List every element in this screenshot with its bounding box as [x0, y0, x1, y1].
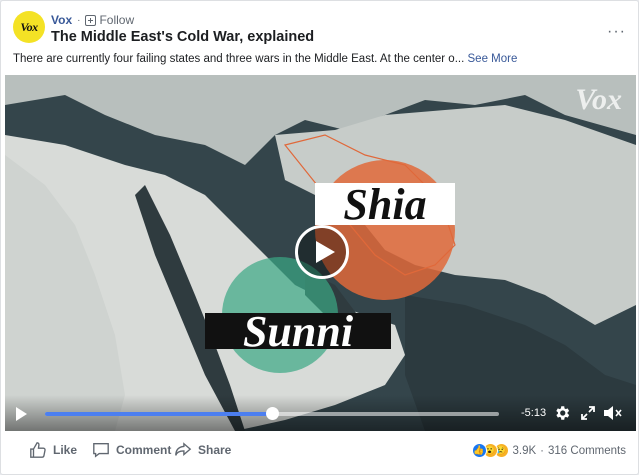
like-label: Like [53, 443, 78, 457]
video-player[interactable]: Vox Shia Sunni -5:13 [5, 75, 636, 431]
play-icon[interactable] [295, 225, 349, 279]
gear-icon[interactable] [553, 404, 571, 422]
shia-label: Shia [315, 180, 455, 229]
share-icon [175, 442, 192, 456]
video-controls: -5:13 [5, 395, 636, 431]
mute-icon[interactable] [603, 405, 623, 421]
follow-button[interactable]: Follow [85, 13, 134, 27]
follow-icon [85, 14, 97, 26]
seek-bar-handle[interactable] [266, 407, 279, 420]
comment-label: Comment [116, 443, 172, 457]
post-header: Vox Vox · Follow The Middle East's Cold … [13, 9, 626, 49]
like-icon [30, 442, 46, 458]
description-text: There are currently four failing states … [13, 53, 465, 65]
follow-label: Follow [99, 13, 135, 27]
comment-icon [93, 443, 109, 458]
time-remaining: -5:13 [521, 407, 547, 419]
more-icon[interactable]: ··· [607, 23, 626, 41]
reaction-separator: · [540, 444, 545, 457]
meta-separator: · [77, 14, 81, 26]
comment-button[interactable]: Comment [92, 441, 171, 459]
post-card: Vox Vox · Follow The Middle East's Cold … [0, 0, 639, 475]
seek-bar-progress [45, 412, 272, 416]
avatar-logo: Vox [20, 19, 38, 34]
avatar[interactable]: Vox [13, 11, 45, 43]
like-button[interactable]: Like [29, 441, 77, 459]
control-play-icon[interactable] [16, 407, 27, 421]
action-bar: Like Comment Share 👍 😮 😢 3.9K · 316 Comm… [1, 431, 638, 475]
post-meta: Vox · Follow [51, 13, 134, 27]
vox-watermark: Vox [575, 83, 622, 116]
like-reaction-icon: 👍 [471, 443, 487, 458]
reactions-summary: 👍 😮 😢 3.9K · 316 Comments [471, 443, 626, 458]
see-more-link[interactable]: See More [468, 53, 518, 65]
share-label: Share [198, 443, 232, 457]
reaction-count[interactable]: 3.9K [513, 445, 537, 457]
post-description: There are currently four failing states … [13, 53, 626, 65]
expand-icon[interactable] [580, 405, 596, 421]
share-button[interactable]: Share [174, 441, 231, 459]
seek-bar[interactable] [45, 407, 499, 420]
comments-count-link[interactable]: 316 Comments [548, 445, 626, 457]
page-name-link[interactable]: Vox [51, 13, 72, 27]
post-title: The Middle East's Cold War, explained [51, 29, 315, 45]
sunni-label: Sunni [205, 307, 391, 356]
